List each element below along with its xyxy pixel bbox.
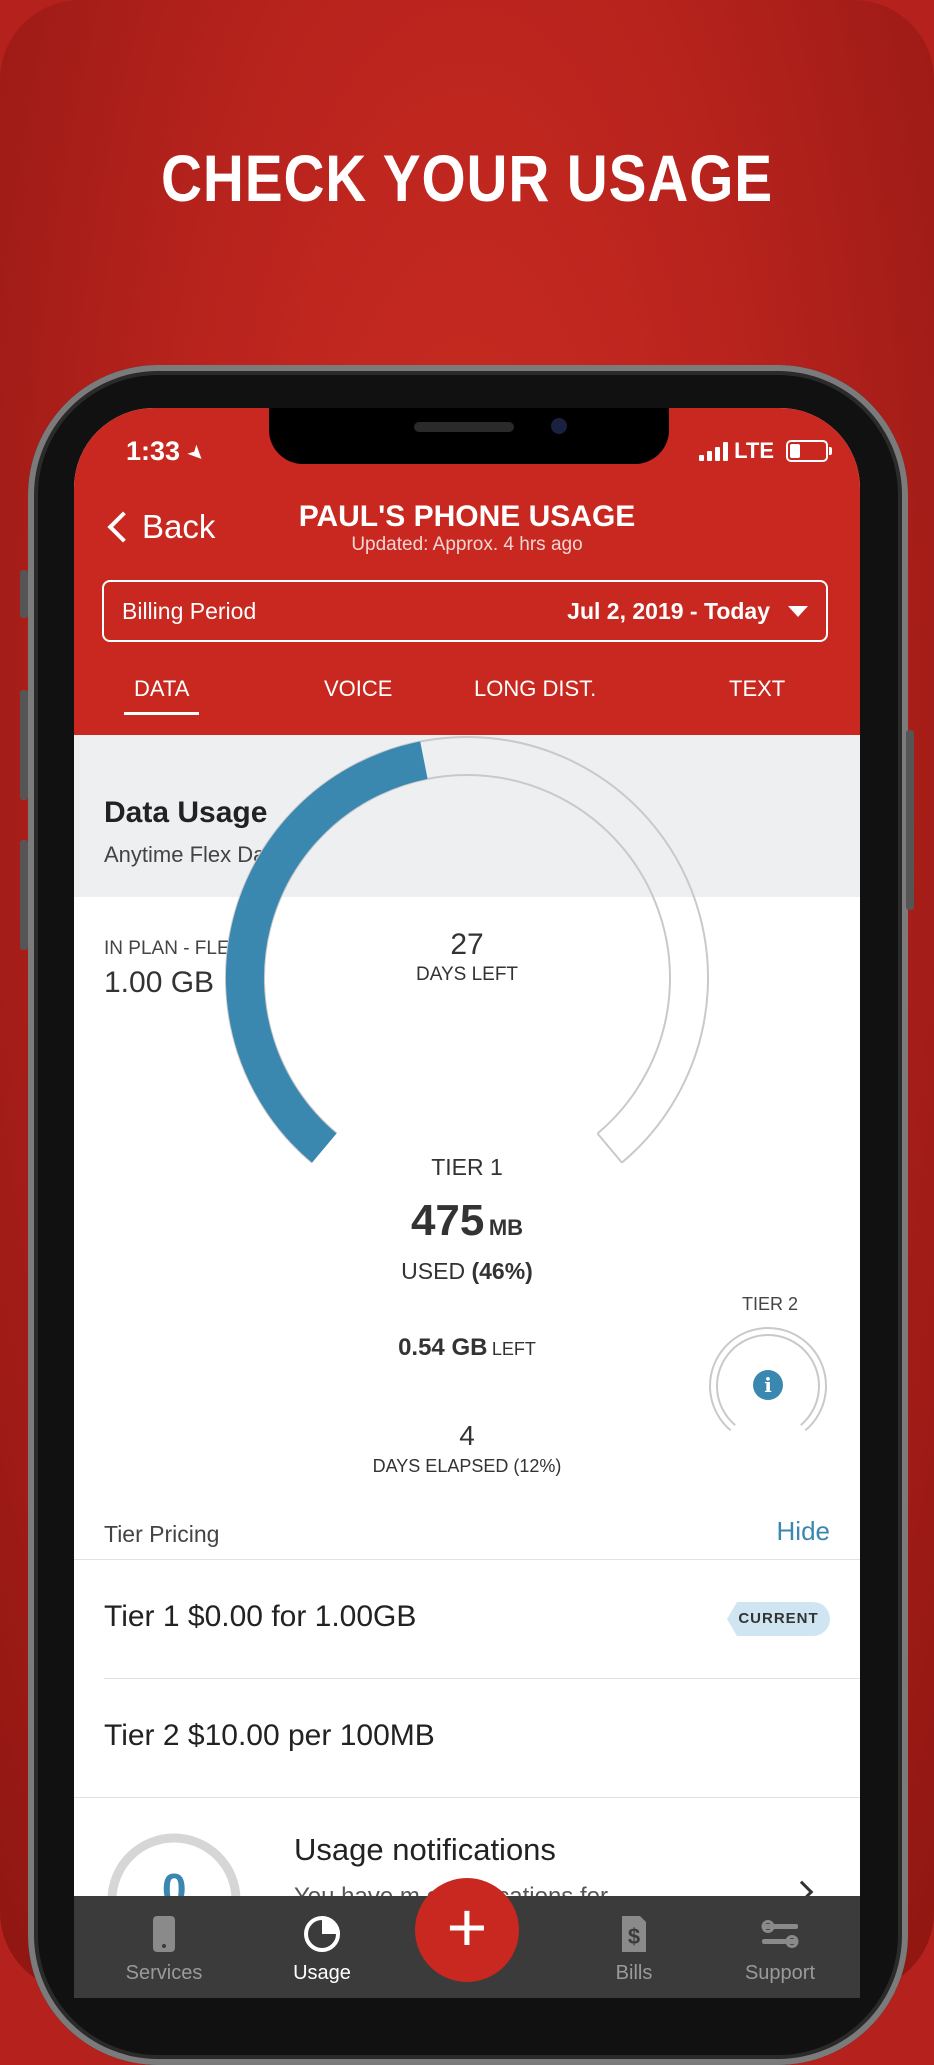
used-amount-line: 475 MB bbox=[74, 1196, 860, 1246]
tier-row-1: Tier 1 $0.00 for 1.00GB bbox=[104, 1600, 417, 1633]
volume-down-button bbox=[20, 840, 28, 950]
plus-icon: + bbox=[446, 1888, 488, 1966]
nav-services-label: Services bbox=[125, 1962, 203, 1984]
notch bbox=[269, 408, 669, 464]
speaker bbox=[414, 422, 514, 432]
gauge-fill bbox=[225, 741, 428, 1163]
nav-support-label: Support bbox=[744, 1962, 816, 1984]
mute-switch bbox=[20, 570, 28, 618]
headline: CHECK YOUR USAGE bbox=[161, 141, 773, 215]
tier2-label: TIER 2 bbox=[741, 1294, 798, 1314]
divider bbox=[74, 1797, 860, 1798]
divider bbox=[74, 1559, 860, 1560]
power-button bbox=[906, 730, 914, 910]
pie-chart-icon bbox=[304, 1916, 340, 1952]
notifications-title[interactable]: Usage notifications bbox=[294, 1832, 556, 1868]
used-percent: (46%) bbox=[471, 1258, 533, 1284]
nav-bills-label: Bills bbox=[615, 1962, 653, 1984]
current-badge: CURRENT bbox=[727, 1602, 830, 1636]
front-camera bbox=[551, 418, 567, 434]
tier-pricing-label: Tier Pricing bbox=[104, 1521, 220, 1547]
left-line: 0.54 GB LEFT bbox=[74, 1334, 860, 1362]
volume-up-button bbox=[20, 690, 28, 800]
left-amount: 0.54 GB bbox=[398, 1334, 488, 1361]
used-unit: MB bbox=[488, 1215, 524, 1240]
days-elapsed-value: 4 bbox=[459, 1420, 475, 1451]
tier-label: TIER 1 bbox=[431, 1154, 503, 1180]
hide-pricing-button[interactable]: Hide bbox=[777, 1516, 830, 1547]
phone-icon bbox=[153, 1916, 175, 1952]
used-line: USED (46%) bbox=[74, 1258, 860, 1285]
used-amount: 475 bbox=[410, 1196, 485, 1245]
tier-row-2: Tier 2 $10.00 per 100MB bbox=[104, 1719, 435, 1752]
phone-screen: 1:33 ➤ LTE Back PAUL'S PHONE USAGE Updat… bbox=[74, 408, 860, 1998]
nav-usage-label: Usage bbox=[293, 1962, 351, 1984]
svg-text:$: $ bbox=[628, 1924, 640, 1949]
divider bbox=[104, 1678, 860, 1679]
left-label: LEFT bbox=[491, 1339, 536, 1359]
add-button[interactable]: + bbox=[415, 1878, 519, 1982]
days-elapsed-label: DAYS ELAPSED (12%) bbox=[372, 1456, 562, 1476]
tools-icon bbox=[761, 1920, 799, 1948]
used-label: USED bbox=[401, 1258, 466, 1284]
info-icon[interactable]: i bbox=[753, 1370, 783, 1400]
bill-icon: $ bbox=[622, 1916, 646, 1952]
